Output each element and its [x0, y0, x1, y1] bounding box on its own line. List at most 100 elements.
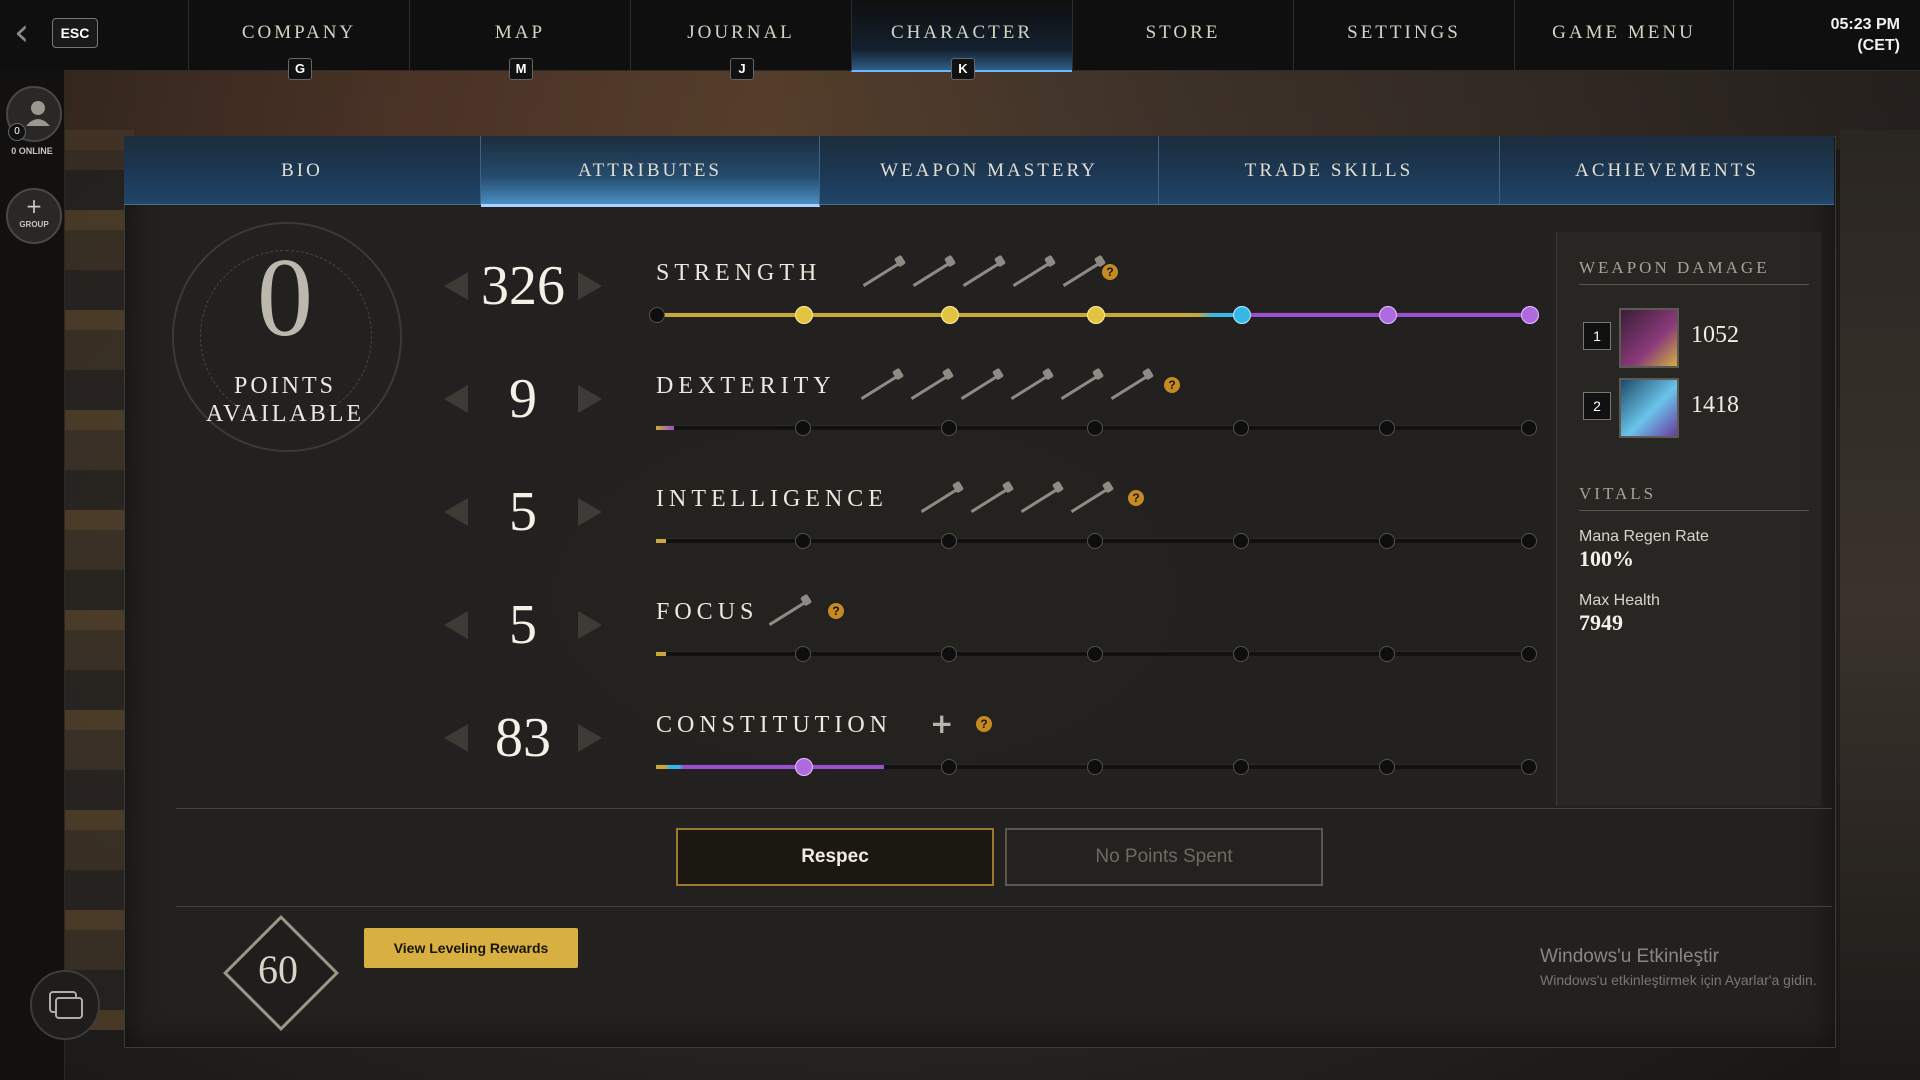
subtab-label: WEAPON MASTERY [880, 160, 1098, 181]
group-button[interactable]: + GROUP [6, 188, 62, 244]
esc-key-badge[interactable]: ESC [52, 18, 98, 48]
focus-fill [656, 652, 666, 656]
help-icon[interactable]: ? [828, 603, 844, 619]
subtab-label: ATTRIBUTES [578, 160, 722, 181]
divider [176, 808, 1832, 809]
nav-tab-label: JOURNAL [687, 22, 795, 43]
subtab-trade-skills[interactable]: TRADE SKILLS [1159, 136, 1500, 204]
attribute-value: 326 [481, 255, 565, 317]
track-node-reached [795, 758, 813, 776]
nav-tab-label: CHARACTER [890, 22, 1034, 43]
track-node [795, 420, 811, 436]
decrease-arrow-icon[interactable] [444, 272, 468, 300]
decrease-arrow-icon[interactable] [444, 611, 468, 639]
points-label-line2: AVAILABLE [205, 401, 365, 427]
weapon-slot-number: 2 [1583, 392, 1611, 420]
increase-arrow-icon[interactable] [578, 724, 602, 752]
respec-button[interactable]: Respec [676, 828, 994, 886]
attribute-value: 83 [495, 707, 551, 769]
track-node [1233, 759, 1249, 775]
left-rail: 0 0 ONLINE + GROUP [0, 70, 65, 1080]
attribute-track [656, 646, 1537, 662]
track-node [1087, 420, 1103, 436]
back-arrow-icon[interactable]: ‹ [14, 13, 42, 52]
nav-tab-hotkey: G [288, 58, 312, 80]
nav-tab-label: COMPANY [241, 22, 357, 43]
track-node [1521, 646, 1537, 662]
nav-tab-label: SETTINGS [1347, 22, 1461, 43]
track-node [941, 533, 957, 549]
character-level: 60 [258, 947, 298, 992]
online-label: 0 ONLINE [11, 146, 53, 156]
subtab-bio[interactable]: BIO [124, 136, 481, 204]
clock: 05:23 PM (CET) [1831, 14, 1900, 56]
vital-value: 100% [1579, 546, 1634, 571]
clock-zone: (CET) [1857, 37, 1900, 54]
help-icon[interactable]: ? [1128, 490, 1144, 506]
nav-tab-label: GAME MENU [1552, 22, 1696, 43]
intelligence-weapon-icons [918, 485, 1118, 518]
attribute-track [656, 758, 1537, 776]
attribute-track [649, 306, 1539, 324]
attribute-row-constitution: 83 CONSTITUTION + ? [430, 700, 1550, 800]
increase-arrow-icon[interactable] [578, 611, 602, 639]
nav-tab-settings[interactable]: SETTINGS [1293, 0, 1514, 70]
track-node [1379, 759, 1395, 775]
track-node-reached [795, 306, 813, 324]
increase-arrow-icon[interactable] [578, 272, 602, 300]
attribute-name: STRENGTH [656, 260, 822, 286]
no-points-spent-button[interactable]: No Points Spent [1005, 828, 1323, 886]
nav-tab-company[interactable]: COMPANY G [188, 0, 409, 80]
subtab-attributes[interactable]: ATTRIBUTES [481, 136, 820, 207]
nav-tab-journal[interactable]: JOURNAL J [630, 0, 851, 80]
constitution-fill [656, 765, 884, 769]
nav-tab-hotkey: K [951, 58, 975, 80]
war-hammer-icon[interactable] [1619, 308, 1679, 368]
decrease-arrow-icon[interactable] [444, 385, 468, 413]
nav-tab-hotkey: J [730, 58, 754, 80]
track-node [1521, 533, 1537, 549]
track-node-reached [1233, 306, 1251, 324]
online-count-badge: 0 [8, 123, 26, 141]
attribute-track [656, 533, 1537, 549]
help-icon[interactable]: ? [1102, 264, 1118, 280]
track-node [1521, 759, 1537, 775]
attribute-name: DEXTERITY [656, 373, 836, 399]
attribute-value: 5 [509, 594, 537, 656]
nav-tab-game-menu[interactable]: GAME MENU [1514, 0, 1734, 70]
activation-watermark-title: Windows'u Etkinleştir [1540, 946, 1719, 967]
help-icon[interactable]: ? [1164, 377, 1180, 393]
nav-tab-label: MAP [494, 22, 546, 43]
attribute-row-focus: 5 FOCUS ? [430, 587, 1550, 687]
attribute-value: 9 [509, 368, 537, 430]
chat-button[interactable] [30, 970, 100, 1040]
vital-label: Mana Regen Rate [1579, 528, 1709, 545]
nav-tab-character[interactable]: CHARACTER K [851, 0, 1072, 80]
track-node-reached [1379, 306, 1397, 324]
nav-tab-label: STORE [1145, 22, 1221, 43]
nav-tab-store[interactable]: STORE [1072, 0, 1293, 70]
nav-tab-map[interactable]: MAP M [409, 0, 630, 80]
increase-arrow-icon[interactable] [578, 498, 602, 526]
attribute-value: 5 [509, 481, 537, 543]
points-label-line1: POINTS [233, 373, 336, 399]
decrease-arrow-icon[interactable] [444, 724, 468, 752]
decrease-arrow-icon[interactable] [444, 498, 468, 526]
subtab-weapon-mastery[interactable]: WEAPON MASTERY [820, 136, 1159, 204]
divider [1579, 510, 1809, 511]
attribute-name: FOCUS [656, 599, 759, 625]
help-icon[interactable]: ? [976, 716, 992, 732]
attribute-row-strength: 326 STRENGTH ? [430, 248, 1550, 348]
subtab-achievements[interactable]: ACHIEVEMENTS [1500, 136, 1834, 204]
great-axe-icon[interactable] [1619, 378, 1679, 438]
character-subtabs: BIO ATTRIBUTES WEAPON MASTERY TRADE SKIL… [124, 136, 1834, 207]
track-node [1233, 533, 1249, 549]
weapon-damage-title: WEAPON DAMAGE [1579, 258, 1770, 277]
attribute-track [656, 420, 1537, 436]
plus-icon: + [25, 194, 43, 218]
increase-arrow-icon[interactable] [578, 385, 602, 413]
divider [1579, 284, 1809, 285]
stats-panel: WEAPON DAMAGE 1 1052 2 1418 VITALS Mana … [1556, 232, 1821, 806]
view-leveling-rewards-button[interactable]: View Leveling Rewards [364, 928, 578, 968]
track-node [1379, 646, 1395, 662]
